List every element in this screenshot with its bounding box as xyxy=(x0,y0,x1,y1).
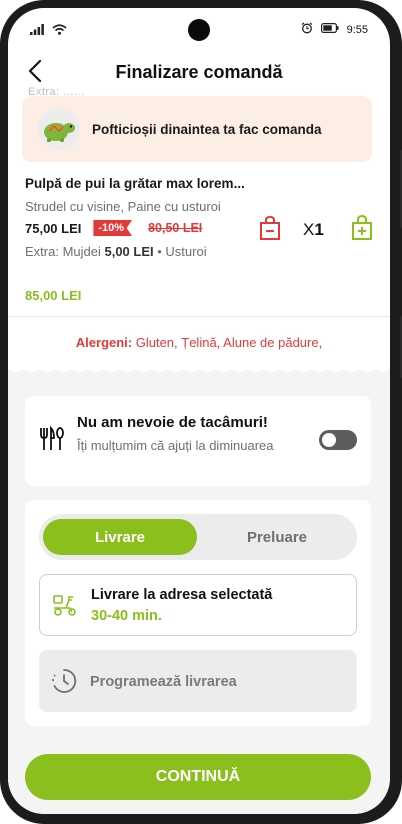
status-bar: 9:55 xyxy=(8,8,390,48)
cutlery-icon xyxy=(39,425,65,457)
tab-pickup[interactable]: Preluare xyxy=(201,519,353,555)
scalloped-divider xyxy=(8,362,390,372)
schedule-delivery-option[interactable]: Programează livrarea xyxy=(39,650,357,712)
quantity-stepper: X1 xyxy=(258,214,378,246)
alarm-icon xyxy=(301,22,313,37)
delivery-eta: 30-40 min. xyxy=(91,608,162,624)
delivery-card: Livrare Preluare Livrare la adresa selec… xyxy=(25,500,371,726)
product-total: 85,00 LEI xyxy=(25,288,82,303)
extra-price: 5,00 LEI xyxy=(104,244,154,259)
clock-schedule-icon xyxy=(51,668,77,699)
wifi-icon xyxy=(52,22,67,40)
screen: 9:55 Finalizare comandă Extra: ...... Po… xyxy=(8,8,390,814)
delivery-address-title: Livrare la adresa selectată xyxy=(91,587,273,603)
toggle-knob xyxy=(322,433,336,447)
no-cutlery-toggle[interactable] xyxy=(319,430,357,450)
turtle-mascot-icon xyxy=(38,108,80,150)
social-proof-banner: Pofticioșii dinaintea ta fac comanda xyxy=(22,96,372,162)
extra-label: Extra: Mujdei xyxy=(25,244,105,259)
signal-icon xyxy=(30,22,44,40)
delivery-mode-switch: Livrare Preluare xyxy=(39,514,357,560)
discount-badge: -10% xyxy=(93,220,133,236)
banner-text: Pofticioșii dinaintea ta fac comanda xyxy=(92,121,322,137)
cutlery-card: Nu am nevoie de tacâmuri! Îți mulțumim c… xyxy=(25,396,371,486)
continue-button[interactable]: CONTINUĂ xyxy=(25,754,371,800)
scooter-icon xyxy=(52,593,78,622)
page-title: Finalizare comandă xyxy=(115,62,283,82)
product-description: Strudel cu visine, Paine cu usturoi xyxy=(25,199,221,214)
extra-item: • Usturoi xyxy=(153,244,207,259)
phone-frame: 9:55 Finalizare comandă Extra: ...... Po… xyxy=(0,0,402,824)
product-extras: Extra: Mujdei 5,00 LEI • Usturoi xyxy=(25,244,207,259)
quantity-value: X1 xyxy=(303,220,324,239)
allergens-text: Alergeni: Gluten, Țelină, Alune de pădur… xyxy=(75,335,323,350)
cutlery-title: Nu am nevoie de tacâmuri! xyxy=(77,414,268,431)
front-camera xyxy=(188,19,210,41)
cutlery-subtitle: Îți mulțumim că ajuți la diminuarea xyxy=(77,438,274,453)
tab-delivery[interactable]: Livrare xyxy=(43,519,197,555)
decrease-quantity-button[interactable] xyxy=(258,215,282,247)
delivery-address-option[interactable]: Livrare la adresa selectată 30-40 min. xyxy=(39,574,357,636)
increase-quantity-button[interactable] xyxy=(350,214,374,247)
old-price: 80,50 LEI xyxy=(148,221,203,235)
product-price: 75,00 LEI xyxy=(25,220,82,236)
schedule-delivery-label: Programează livrarea xyxy=(90,674,237,690)
clock: 9:55 xyxy=(346,23,368,36)
product-name: Pulpă de pui la grătar max lorem... xyxy=(25,176,245,191)
bag-minus-icon xyxy=(260,215,280,240)
bag-plus-icon xyxy=(352,214,372,240)
battery-icon xyxy=(320,23,339,36)
price-row: 75,00 LEI -10% 80,50 LEI xyxy=(25,220,202,236)
